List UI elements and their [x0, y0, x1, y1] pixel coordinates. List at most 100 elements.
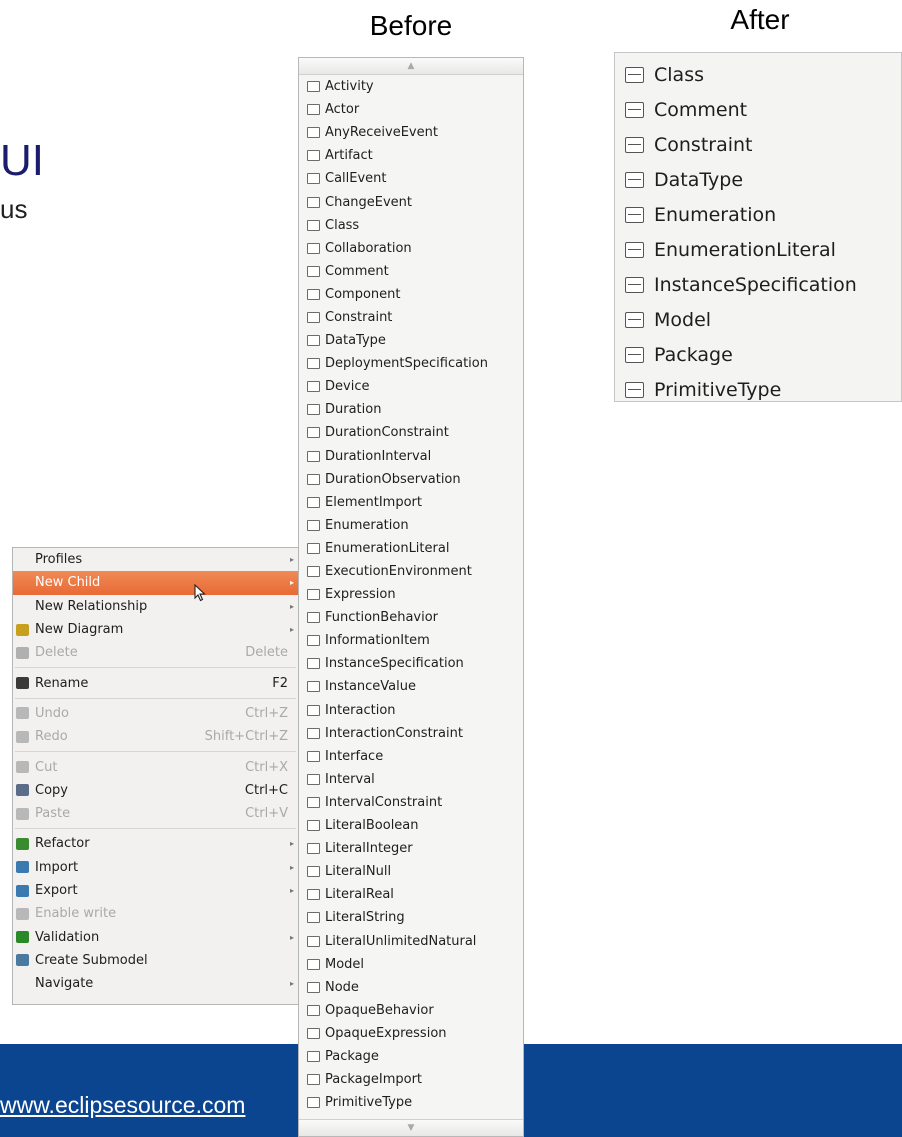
before-list-item[interactable]: DurationConstraint — [299, 421, 523, 444]
before-list-item-label: LiteralInteger — [325, 841, 413, 857]
before-list-item[interactable]: OpaqueExpression — [299, 1022, 523, 1045]
after-list-item[interactable]: EnumerationLiteral — [615, 232, 901, 267]
submenu-arrow-icon: ▸ — [289, 601, 294, 611]
menu-item[interactable]: Export ▸ — [13, 879, 298, 902]
before-list-item[interactable]: DurationObservation — [299, 468, 523, 491]
menu-item[interactable]: Profiles ▸ — [13, 548, 298, 571]
before-list-item[interactable]: Interaction — [299, 699, 523, 722]
menu-item[interactable]: Refactor ▸ — [13, 832, 298, 855]
before-list-item[interactable]: Node — [299, 976, 523, 999]
before-list-item[interactable]: InteractionConstraint — [299, 722, 523, 745]
menu-item[interactable]: New Relationship ▸ — [13, 595, 298, 618]
menu-item-label: New Child — [35, 575, 101, 591]
scroll-up-arrow-icon[interactable]: ▲ — [299, 58, 523, 75]
menu-item[interactable]: Create Submodel — [13, 949, 298, 972]
menu-item[interactable]: Rename F2 — [13, 671, 298, 694]
after-list-item[interactable]: Constraint — [615, 127, 901, 162]
before-list-item-label: Model — [325, 956, 365, 972]
before-list-item[interactable]: Class — [299, 214, 523, 237]
before-list-item[interactable]: DeploymentSpecification — [299, 352, 523, 375]
menu-item[interactable]: Undo Ctrl+Z — [13, 702, 298, 725]
after-list-item[interactable]: Comment — [615, 92, 901, 127]
before-list-item[interactable]: InstanceValue — [299, 675, 523, 698]
before-list-item[interactable]: Activity — [299, 75, 523, 98]
datatype-icon — [625, 171, 644, 188]
refactor-icon — [16, 837, 29, 850]
menu-item[interactable]: New Child ▸ — [13, 571, 298, 595]
before-list-item[interactable]: Interface — [299, 745, 523, 768]
menu-item[interactable]: Enable write — [13, 902, 298, 925]
menu-item[interactable]: Redo Shift+Ctrl+Z — [13, 725, 298, 748]
before-list-item[interactable]: EnumerationLiteral — [299, 537, 523, 560]
before-list-item[interactable]: Constraint — [299, 306, 523, 329]
before-list-item[interactable]: AnyReceiveEvent — [299, 121, 523, 144]
after-list-item[interactable]: DataType — [615, 162, 901, 197]
after-list-item[interactable]: PrimitiveType — [615, 372, 901, 407]
after-list-item-label: Model — [654, 308, 712, 331]
menu-item-label: Refactor — [35, 836, 90, 852]
literal-real-icon — [307, 889, 320, 901]
after-list-item[interactable]: Model — [615, 302, 901, 337]
before-list-item[interactable]: CallEvent — [299, 167, 523, 190]
menu-item[interactable]: Navigate ▸ — [13, 972, 298, 995]
after-list-item-label: Comment — [654, 98, 748, 121]
before-list-item-label: Node — [325, 979, 359, 995]
before-list-item[interactable]: OpaqueBehavior — [299, 999, 523, 1022]
menu-item[interactable]: New Diagram ▸ — [13, 618, 298, 641]
before-list-item-label: Collaboration — [325, 240, 412, 256]
menu-item[interactable]: Paste Ctrl+V — [13, 802, 298, 825]
before-list-item[interactable]: LiteralString — [299, 906, 523, 929]
menu-item-label: Copy — [35, 782, 68, 798]
menu-item[interactable]: Delete Delete — [13, 641, 298, 664]
before-list-item[interactable]: Comment — [299, 260, 523, 283]
call-event-icon — [307, 173, 320, 185]
menu-item[interactable]: Cut Ctrl+X — [13, 755, 298, 778]
before-list-item[interactable]: ChangeEvent — [299, 190, 523, 213]
before-list-item[interactable]: InformationItem — [299, 629, 523, 652]
before-list-item[interactable]: DurationInterval — [299, 445, 523, 468]
before-list-item[interactable]: ElementImport — [299, 491, 523, 514]
before-list-item[interactable]: LiteralInteger — [299, 837, 523, 860]
before-list-item-label: Class — [325, 217, 360, 233]
before-list-item[interactable]: PrimitiveType — [299, 1091, 523, 1114]
before-list-item[interactable]: IntervalConstraint — [299, 791, 523, 814]
before-list-item-label: FunctionBehavior — [325, 610, 439, 626]
before-list-item[interactable]: PackageImport — [299, 1068, 523, 1091]
after-list-item[interactable]: Package — [615, 337, 901, 372]
before-list-item[interactable]: Enumeration — [299, 514, 523, 537]
after-list-item[interactable]: Enumeration — [615, 197, 901, 232]
before-list-item[interactable]: Model — [299, 953, 523, 976]
scroll-down-arrow-icon[interactable]: ▼ — [299, 1119, 523, 1136]
before-list-item[interactable]: Package — [299, 1045, 523, 1068]
before-list-item[interactable]: Expression — [299, 583, 523, 606]
before-list-item[interactable]: LiteralNull — [299, 860, 523, 883]
footer-link[interactable]: www.eclipsesource.com — [0, 1092, 245, 1119]
before-list-item[interactable]: DataType — [299, 329, 523, 352]
before-list-item[interactable]: LiteralUnlimitedNatural — [299, 929, 523, 952]
before-list-item-label: EnumerationLiteral — [325, 540, 450, 556]
before-list-item[interactable]: Device — [299, 375, 523, 398]
before-list-item[interactable]: Artifact — [299, 144, 523, 167]
after-list-item[interactable]: InstanceSpecification — [615, 267, 901, 302]
menu-item[interactable]: Copy Ctrl+C — [13, 779, 298, 802]
before-list-item[interactable]: Interval — [299, 768, 523, 791]
menu-item-shortcut: Ctrl+C — [244, 782, 288, 798]
before-list-item[interactable]: LiteralBoolean — [299, 814, 523, 837]
after-list-item[interactable]: Class — [615, 57, 901, 92]
before-list-item-label: DataType — [325, 333, 386, 349]
before-list-item[interactable]: Duration — [299, 398, 523, 421]
before-list-item[interactable]: Actor — [299, 98, 523, 121]
menu-item[interactable]: Validation ▸ — [13, 925, 298, 948]
menu-item-label: Undo — [35, 705, 69, 721]
before-list-item[interactable]: Component — [299, 283, 523, 306]
before-list-item-label: Enumeration — [325, 517, 409, 533]
before-list-item[interactable]: ExecutionEnvironment — [299, 560, 523, 583]
before-list-item[interactable]: LiteralReal — [299, 883, 523, 906]
comment-icon — [625, 101, 644, 118]
before-list-item[interactable]: FunctionBehavior — [299, 606, 523, 629]
menu-item[interactable]: Import ▸ — [13, 856, 298, 879]
before-list-item[interactable]: Collaboration — [299, 237, 523, 260]
before-list-item[interactable]: InstanceSpecification — [299, 652, 523, 675]
submenu-arrow-icon: ▸ — [289, 862, 294, 872]
after-list-item-label: EnumerationLiteral — [654, 238, 836, 261]
